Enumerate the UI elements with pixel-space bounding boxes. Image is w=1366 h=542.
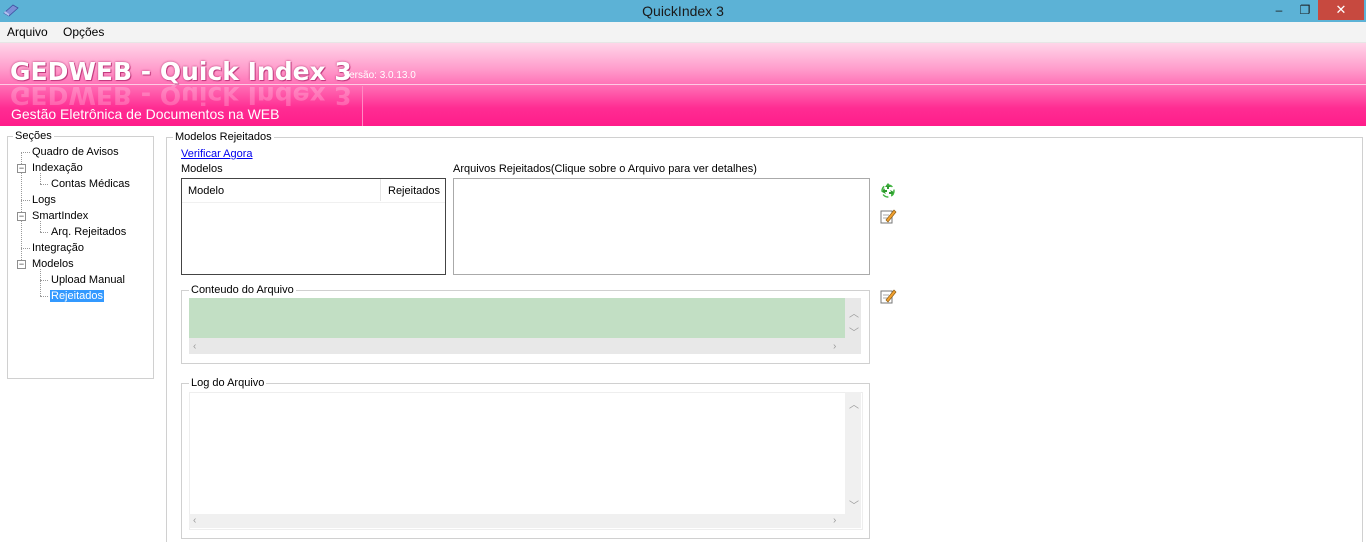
scroll-left-icon[interactable]: ‹	[193, 341, 196, 352]
log-horizontal-scrollbar[interactable]	[189, 514, 861, 528]
tree-line	[40, 296, 48, 297]
window-title: QuickIndex 3	[642, 3, 724, 19]
content-highlight	[189, 298, 845, 338]
edit-note-icon[interactable]	[879, 287, 897, 305]
tree-line	[40, 173, 41, 184]
rejected-files-label: Arquivos Rejeitados(Clique sobre o Arqui…	[453, 163, 757, 175]
verify-now-link[interactable]: Verificar Agora	[181, 148, 253, 160]
tree-item-smartindex[interactable]: SmartIndex	[32, 210, 88, 222]
tree-item-rejeitados[interactable]: Rejeitados	[50, 290, 104, 302]
header-divider	[182, 202, 445, 203]
title-bar: QuickIndex 3 ‒ ❐ ✕	[0, 0, 1366, 22]
minimize-button[interactable]: ‒	[1266, 0, 1292, 20]
tree-item-indexacao[interactable]: Indexação	[32, 162, 83, 174]
scroll-down-icon[interactable]: ﹀	[849, 497, 859, 512]
scroll-up-icon[interactable]: ︿	[849, 305, 859, 320]
tree-line	[40, 280, 48, 281]
banner-divider	[362, 86, 363, 126]
scroll-down-icon[interactable]: ﹀	[849, 324, 859, 339]
tree-line	[21, 200, 30, 201]
log-legend: Log do Arquivo	[189, 377, 267, 389]
banner-title: GEDWEB - Quick Index 3	[10, 57, 352, 86]
menu-bar: Arquivo Opções	[0, 22, 1366, 43]
menu-arquivo[interactable]: Arquivo	[7, 25, 48, 39]
models-label: Modelos	[181, 163, 223, 175]
column-header-modelo[interactable]: Modelo	[188, 185, 224, 197]
tree-item-modelos[interactable]: Modelos	[32, 258, 74, 270]
content-legend: Conteudo do Arquivo	[189, 284, 296, 296]
header-banner: GEDWEB - Quick Index 3 GEDWEB - Quick In…	[0, 43, 1366, 126]
tree-line	[40, 269, 41, 296]
tree-item-quadro-de-avisos[interactable]: Quadro de Avisos	[32, 146, 119, 158]
tree-item-upload-manual[interactable]: Upload Manual	[51, 274, 125, 286]
tree-item-arq-rejeitados[interactable]: Arq. Rejeitados	[51, 226, 126, 238]
collapse-indexacao-icon[interactable]: −	[17, 164, 26, 173]
models-list[interactable]: Modelo Rejeitados	[181, 178, 446, 275]
tree-line	[21, 152, 30, 153]
collapse-modelos-icon[interactable]: −	[17, 260, 26, 269]
sections-legend: Seções	[13, 130, 54, 142]
tree-line	[40, 232, 48, 233]
recycle-icon[interactable]	[879, 181, 897, 199]
edit-note-icon[interactable]	[879, 207, 897, 225]
log-text-area[interactable]	[189, 392, 863, 530]
tree-line	[40, 221, 41, 232]
collapse-smartindex-icon[interactable]: −	[17, 212, 26, 221]
column-header-rejeitados[interactable]: Rejeitados	[388, 185, 440, 197]
banner-subtitle: Gestão Eletrônica de Documentos na WEB	[11, 106, 280, 122]
tree-line	[40, 184, 48, 185]
column-separator	[380, 179, 381, 201]
menu-opcoes[interactable]: Opções	[63, 25, 104, 39]
close-button[interactable]: ✕	[1318, 0, 1364, 20]
banner-version: Versão: 3.0.13.0	[343, 70, 416, 81]
rejected-files-list[interactable]	[453, 178, 870, 275]
scroll-up-icon[interactable]: ︿	[849, 396, 859, 411]
tree-line	[21, 248, 30, 249]
tree-item-integracao[interactable]: Integração	[32, 242, 84, 254]
scroll-right-icon[interactable]: ›	[833, 341, 836, 352]
main-legend: Modelos Rejeitados	[173, 131, 274, 143]
scroll-right-icon[interactable]: ›	[833, 515, 836, 526]
tree-item-logs[interactable]: Logs	[32, 194, 56, 206]
restore-button[interactable]: ❐	[1292, 0, 1318, 20]
tree-item-contas-medicas[interactable]: Contas Médicas	[51, 178, 130, 190]
scroll-left-icon[interactable]: ‹	[193, 515, 196, 526]
